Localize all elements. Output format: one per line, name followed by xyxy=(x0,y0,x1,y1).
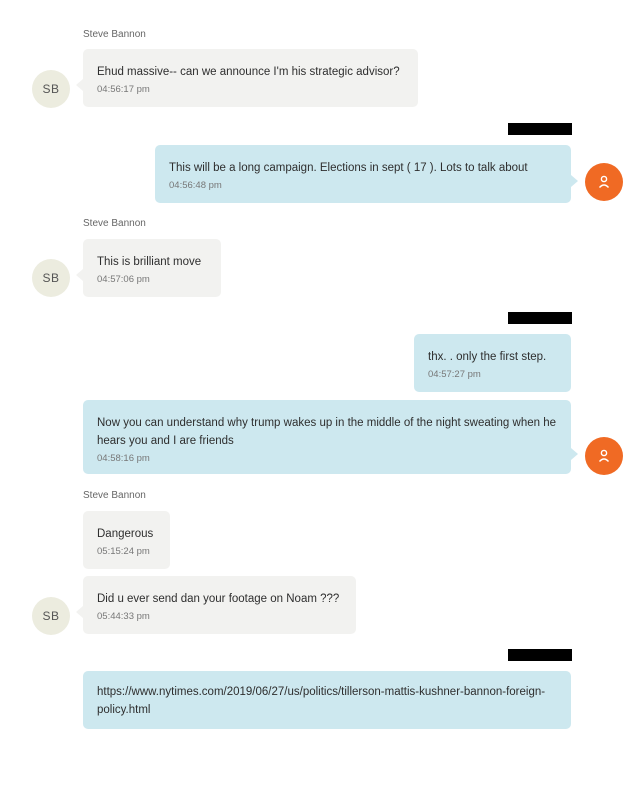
message-text: This will be a long campaign. Elections … xyxy=(169,162,528,174)
message-time: 04:56:17 pm xyxy=(97,84,150,95)
message-text: Ehud massive-- can we announce I'm his s… xyxy=(97,66,400,78)
sender-avatar: SB xyxy=(32,597,70,635)
message-time: 04:56:48 pm xyxy=(169,180,222,191)
sender-name: Steve Bannon xyxy=(83,490,146,501)
message-bubble-outgoing: thx. . only the first step. 04:57:27 pm xyxy=(414,334,571,392)
bubble-tail xyxy=(76,606,83,618)
message-time: 04:58:16 pm xyxy=(97,453,150,464)
message-bubble-incoming: Dangerous 05:15:24 pm xyxy=(83,511,170,569)
user-icon xyxy=(598,175,610,188)
redacted-name xyxy=(508,649,572,661)
message-bubble-incoming: Did u ever send dan your footage on Noam… xyxy=(76,576,356,634)
message-bubble-outgoing: This will be a long campaign. Elections … xyxy=(155,145,578,203)
sender-name: Steve Bannon xyxy=(83,218,146,229)
bubble-tail xyxy=(571,448,578,460)
message-bubble-outgoing: Now you can understand why trump wakes u… xyxy=(83,400,578,474)
message-text: Did u ever send dan your footage on Noam… xyxy=(97,593,340,605)
user-avatar xyxy=(585,163,623,201)
message-bubble-incoming: Ehud massive-- can we announce I'm his s… xyxy=(76,49,418,107)
message-text: This is brilliant move xyxy=(97,256,202,268)
message-link[interactable]: https://www.nytimes.com/2019/06/27/us/po… xyxy=(97,683,557,719)
message-time: 04:57:06 pm xyxy=(97,274,150,285)
bubble-tail xyxy=(76,269,83,281)
redacted-name xyxy=(508,312,572,324)
message-bubble-outgoing: https://www.nytimes.com/2019/06/27/us/po… xyxy=(83,671,571,729)
sender-avatar: SB xyxy=(32,259,70,297)
message-time: 05:44:33 pm xyxy=(97,611,150,622)
message-bubble-incoming: This is brilliant move 04:57:06 pm xyxy=(76,239,221,297)
message-time: 05:15:24 pm xyxy=(97,546,150,557)
message-text: Dangerous xyxy=(97,528,154,540)
sender-avatar: SB xyxy=(32,70,70,108)
message-time: 04:57:27 pm xyxy=(428,369,481,380)
user-icon xyxy=(598,449,610,462)
redacted-name xyxy=(508,123,572,135)
user-avatar xyxy=(585,437,623,475)
bubble-tail xyxy=(76,79,83,91)
bubble-tail xyxy=(571,175,578,187)
sender-name: Steve Bannon xyxy=(83,29,146,40)
message-text: thx. . only the first step. xyxy=(428,351,547,363)
message-text: Now you can understand why trump wakes u… xyxy=(97,417,556,447)
